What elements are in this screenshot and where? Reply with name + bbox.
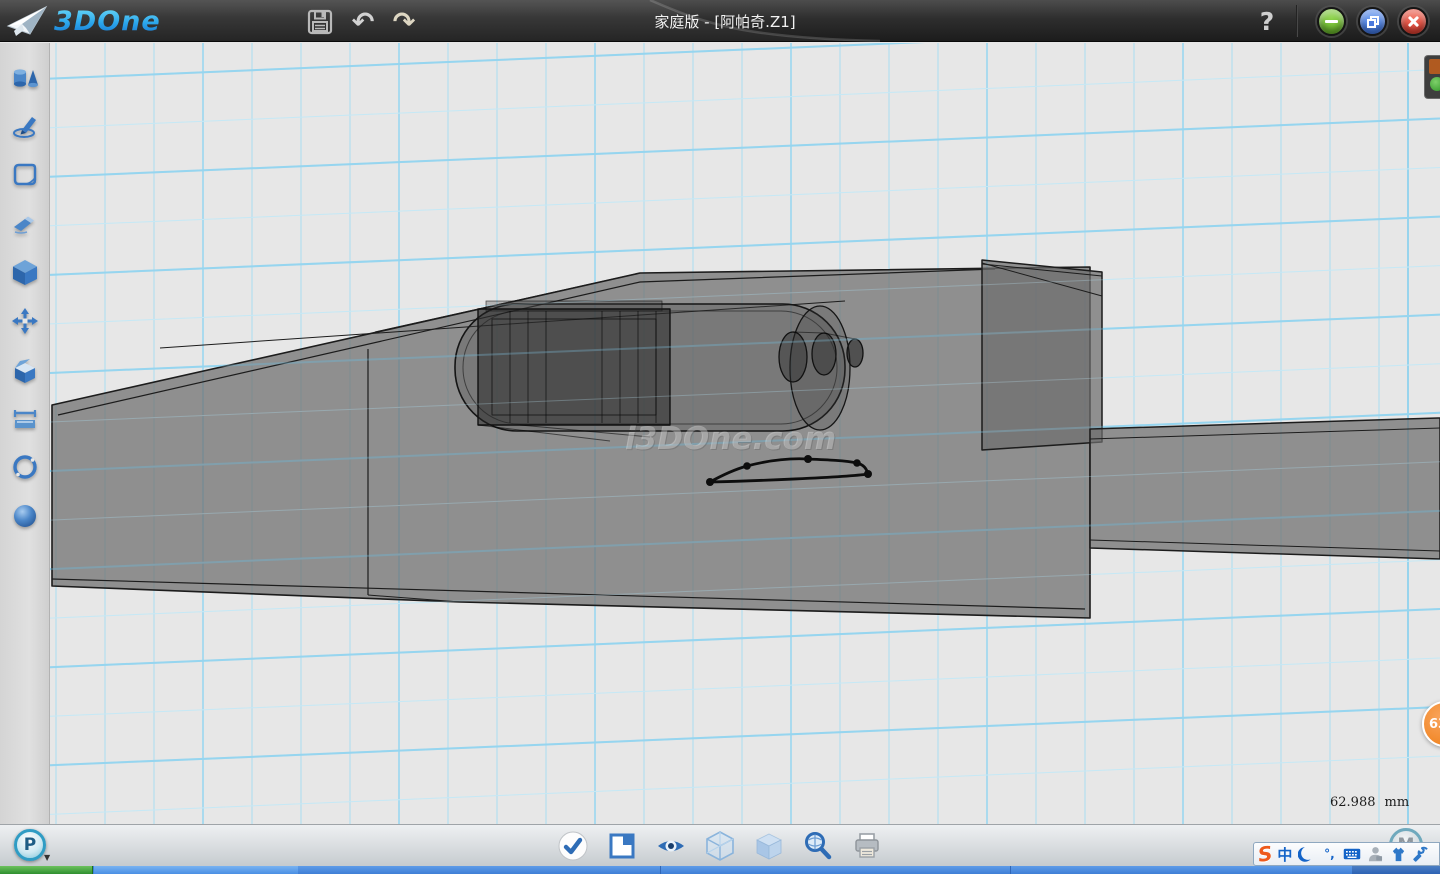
moon-icon [1298, 846, 1314, 862]
close-icon [1407, 15, 1420, 28]
titlebar: 3DOne ↶ ↷ 家庭版 - [阿帕奇.Z1] ? [0, 0, 1440, 42]
arrow-redo-icon: ↷ [393, 9, 416, 36]
shaded-display-button[interactable] [752, 829, 786, 863]
magnifier-icon [802, 830, 834, 862]
ime-punctuation[interactable]: °, [1320, 845, 1338, 863]
watermark-text: i3DOne.com [625, 421, 836, 457]
save-button[interactable] [305, 7, 335, 37]
tshirt-icon [1390, 846, 1407, 862]
ime-soft-keyboard[interactable] [1343, 845, 1361, 863]
toolbar-combine[interactable] [11, 356, 39, 384]
toolbar-measure[interactable] [11, 405, 39, 433]
restore-button[interactable] [1358, 7, 1387, 36]
scale-value: 62.988 [1330, 795, 1376, 810]
clipped-side-panel[interactable] [1424, 55, 1440, 99]
ime-logo[interactable]: S [1257, 843, 1274, 865]
toolbar-deform[interactable] [11, 210, 39, 238]
undo-button[interactable]: ↶ [348, 7, 378, 37]
bottom-toolbar: P ▼ [0, 824, 1440, 866]
ime-night-mode[interactable] [1297, 845, 1315, 863]
keyboard-icon [1343, 847, 1361, 861]
viewport-scene: i3DOne.com i3DOne.com [50, 43, 1440, 824]
minimize-button[interactable] [1317, 7, 1346, 36]
view-plane-button[interactable] [605, 829, 639, 863]
taskbar-main-segment [298, 866, 1352, 874]
person-icon [1368, 846, 1383, 862]
toolbar-move[interactable] [11, 307, 39, 335]
taskbar-separator [660, 866, 661, 874]
caliper-icon [11, 405, 39, 433]
check-circle-icon [557, 830, 589, 862]
ime-skin[interactable] [1389, 845, 1407, 863]
panel-green-icon [1430, 77, 1440, 91]
panel-orange-icon [1429, 59, 1440, 74]
arrow-undo-icon: ↶ [352, 9, 375, 36]
ime-toolbox[interactable] [1412, 845, 1430, 863]
viewport-3d[interactable]: i3DOne.com i3DOne.com 62.988mm 63 [50, 43, 1440, 824]
toolbar-sketch-surface[interactable] [11, 161, 39, 189]
ime-lang-mode[interactable]: 中 [1277, 844, 1292, 865]
pencil-ellipse-icon [11, 113, 39, 141]
printer-icon [852, 831, 882, 861]
rounded-square-icon [11, 161, 39, 189]
solid-cube-icon [753, 830, 785, 862]
profile-dropdown-caret[interactable]: ▼ [44, 853, 50, 862]
os-taskbar-edge[interactable] [0, 866, 1440, 874]
taskbar-tray-segment [1352, 866, 1440, 874]
app-name: 3DOne [54, 6, 161, 37]
view-controls [556, 829, 884, 863]
eraser-icon [11, 210, 39, 238]
taskbar-active-segment[interactable] [94, 866, 298, 874]
toolbar-sphere[interactable] [11, 502, 39, 530]
scale-readout: 62.988 mm [1330, 795, 1409, 810]
cylinder-cone-icon [11, 64, 39, 92]
open-box-icon [11, 356, 39, 384]
scale-unit: mm [1385, 795, 1410, 810]
paper-plane-icon [6, 4, 48, 38]
redo-button[interactable]: ↷ [389, 7, 419, 37]
toolbar-ring[interactable] [11, 453, 39, 481]
wrench-icon [1413, 846, 1429, 862]
zoom-view-button[interactable] [801, 829, 835, 863]
sphere-icon [11, 502, 39, 530]
toolbar-sketch[interactable] [11, 113, 39, 141]
wireframe-display-button[interactable] [703, 829, 737, 863]
cross-arrows-icon [11, 307, 39, 335]
taskbar-separator [1010, 866, 1011, 874]
ime-profile[interactable] [1366, 845, 1384, 863]
watermark: i3DOne.com i3DOne.com [625, 421, 837, 458]
toolbar-primitive-solids[interactable] [11, 64, 39, 92]
help-button[interactable]: ? [1252, 3, 1282, 39]
restore-icon [1367, 16, 1379, 28]
minimize-icon [1325, 20, 1338, 23]
eye-icon [655, 830, 687, 862]
close-button[interactable] [1399, 7, 1428, 36]
corner-square-icon [607, 831, 637, 861]
confirm-button[interactable] [556, 829, 590, 863]
titlebar-separator [1296, 5, 1298, 37]
visibility-button[interactable] [654, 829, 688, 863]
left-toolbar [0, 43, 50, 824]
floppy-disk-icon [307, 9, 333, 35]
3done-window: 3DOne ↶ ↷ 家庭版 - [阿帕奇.Z1] ? [0, 0, 1440, 874]
taskbar-start-segment[interactable] [0, 866, 93, 874]
profile-button[interactable]: P [14, 829, 46, 861]
ring-icon [11, 453, 39, 481]
print-button[interactable] [850, 829, 884, 863]
cube-icon [11, 258, 39, 286]
ime-toolbar: S 中 °, [1253, 842, 1440, 866]
toolbar-feature-modeling[interactable] [11, 258, 39, 286]
wireframe-cube-icon [704, 830, 736, 862]
document-title: 家庭版 - [阿帕奇.Z1] [560, 0, 890, 42]
app-logo: 3DOne [6, 3, 161, 39]
